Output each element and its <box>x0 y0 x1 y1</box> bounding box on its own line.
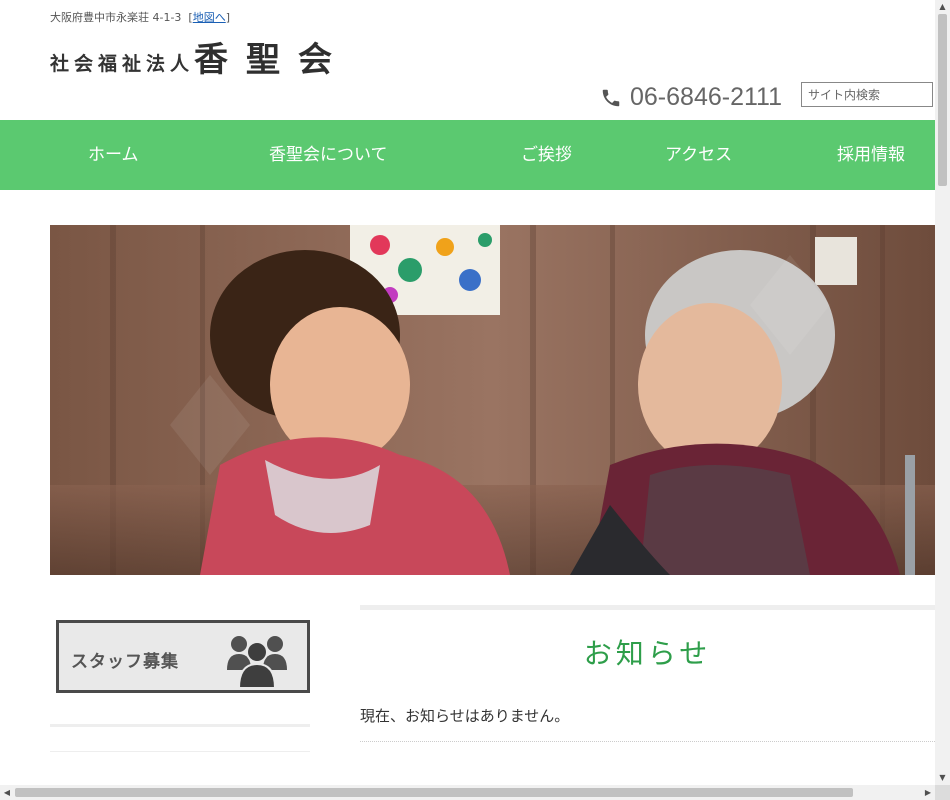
horizontal-scrollbar[interactable]: ◀ ▶ <box>0 785 935 800</box>
address-line: 大阪府豊中市永楽荘 4-1-3 [地図へ] <box>50 11 231 24</box>
news-top-border <box>360 605 935 610</box>
people-group-icon <box>227 636 287 688</box>
nav-item-recruit[interactable]: 採用情報 <box>837 120 905 190</box>
map-link[interactable]: 地図へ <box>193 11 226 24</box>
scrollbar-corner <box>935 785 950 800</box>
logo-prefix: 社会福祉法人 <box>50 53 195 75</box>
nav-item-about[interactable]: 香聖会について <box>269 120 388 190</box>
logo-name: 香聖会 <box>194 40 351 80</box>
phone-text: 06-6846-2111 <box>630 83 782 111</box>
scroll-right-icon[interactable]: ▶ <box>921 785 935 800</box>
news-title: お知らせ <box>583 637 712 670</box>
site-search-input[interactable] <box>801 82 933 107</box>
staff-recruit-banner[interactable]: スタッフ募集 <box>56 620 310 693</box>
phone-icon <box>602 89 620 106</box>
hero-image <box>50 225 935 575</box>
sidebar-divider <box>50 724 310 727</box>
phone-number: 06-6846-2111 <box>600 83 782 112</box>
main-nav: ホーム 香聖会について ご挨拶 アクセス 採用情報 <box>0 120 935 190</box>
nav-item-home[interactable]: ホーム <box>88 120 139 190</box>
scroll-down-icon[interactable]: ▼ <box>935 771 950 785</box>
address-text: 大阪府豊中市永楽荘 4-1-3 <box>50 11 182 24</box>
news-empty-message: 現在、お知らせはありません。 <box>360 707 570 725</box>
vertical-scroll-thumb[interactable] <box>938 14 947 186</box>
scroll-up-icon[interactable]: ▲ <box>935 0 950 14</box>
scroll-left-icon[interactable]: ◀ <box>0 785 14 800</box>
vertical-scrollbar[interactable]: ▲ ▼ <box>935 0 950 785</box>
site-logo[interactable]: 社会福祉法人 香聖会 <box>50 40 350 80</box>
sidebar-divider <box>50 751 310 752</box>
hero-photo <box>50 225 935 575</box>
news-divider <box>360 741 935 742</box>
staff-recruit-label: スタッフ募集 <box>71 652 179 672</box>
nav-item-greeting[interactable]: ご挨拶 <box>521 120 572 190</box>
horizontal-scroll-thumb[interactable] <box>15 788 853 797</box>
nav-item-access[interactable]: アクセス <box>665 120 732 190</box>
